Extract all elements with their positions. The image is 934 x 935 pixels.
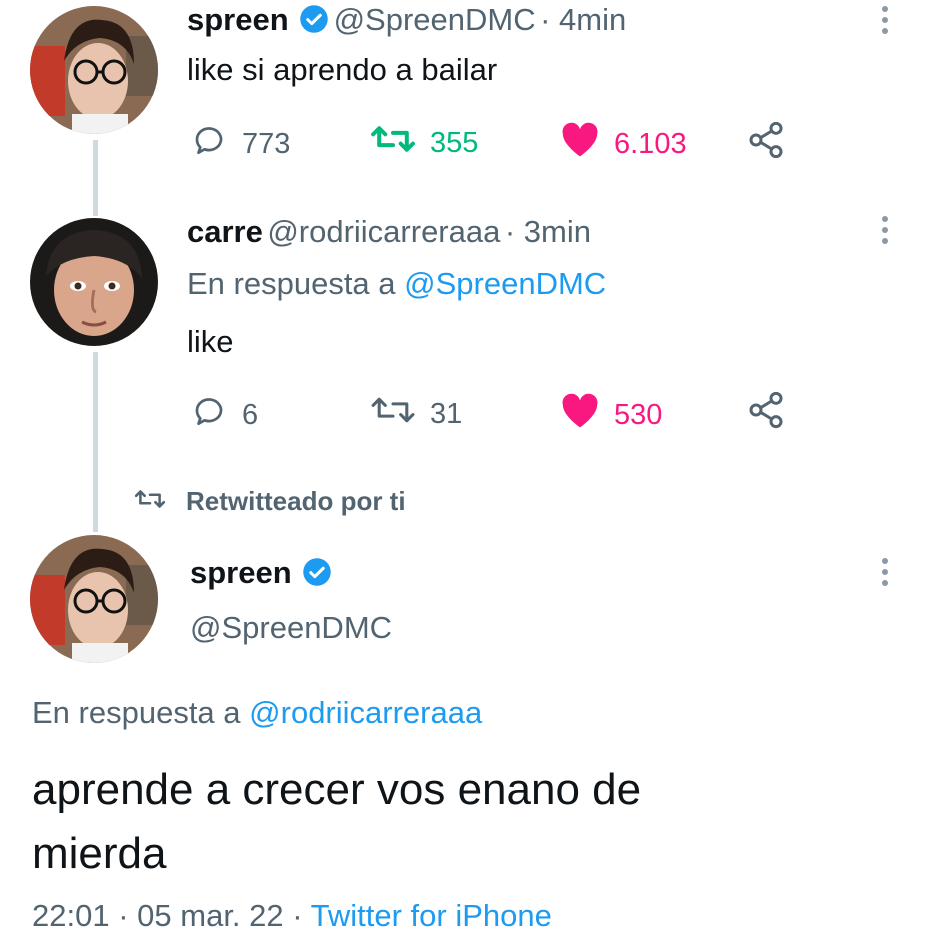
reply-count: 773 [242, 127, 291, 160]
author-handle[interactable]: @SpreenDMC [334, 2, 536, 37]
tweet-source[interactable]: Twitter for iPhone [311, 898, 552, 933]
reply-context: En respuesta a @rodriicarreraaa [32, 695, 482, 731]
author-handle[interactable]: @SpreenDMC [190, 610, 392, 646]
share-icon [745, 120, 787, 168]
avatar[interactable] [30, 6, 158, 134]
author-handle[interactable]: @rodriicarreraaa [267, 214, 500, 249]
reply-button[interactable]: 773 [190, 122, 290, 166]
reply-prefix: En respuesta a [32, 695, 241, 730]
tweet-text-line: mierda [32, 829, 167, 878]
retweet-banner: Retwitteado por ti [134, 486, 406, 517]
tweet-time[interactable]: · 4min [540, 2, 626, 37]
reply-count: 6 [242, 398, 259, 431]
thread-line [93, 140, 98, 216]
reply-icon [190, 393, 228, 437]
tweet-text: like [187, 324, 234, 359]
retweet-banner-label[interactable]: Retwitteado por ti [186, 486, 406, 517]
retweet-button[interactable]: 355 [370, 122, 478, 164]
reply-context: En respuesta a @SpreenDMC [187, 266, 606, 302]
share-icon [745, 390, 787, 438]
heart-icon [560, 122, 600, 166]
separator-dot: · [118, 898, 129, 933]
tweet-time[interactable]: 22:01 [32, 898, 110, 933]
avatar[interactable] [30, 535, 158, 663]
verified-badge-icon [299, 4, 329, 39]
avatar[interactable] [30, 218, 158, 346]
separator-dot: · [292, 898, 303, 933]
author-name[interactable]: spreen [187, 2, 289, 37]
verified-badge-icon [302, 557, 332, 592]
tweet-text: aprende a crecer vos enano de mierda [32, 758, 641, 886]
retweet-icon [370, 122, 416, 164]
heart-icon [560, 393, 600, 437]
like-button[interactable]: 6.103 [560, 122, 687, 166]
like-count: 6.103 [614, 127, 687, 160]
retweet-icon [134, 487, 166, 516]
retweet-button[interactable]: 31 [370, 393, 462, 435]
share-button[interactable] [745, 120, 787, 168]
author-name[interactable]: spreen [190, 555, 292, 590]
reply-prefix: En respuesta a [187, 266, 396, 301]
like-button[interactable]: 530 [560, 393, 662, 437]
retweet-count: 355 [430, 126, 479, 159]
more-icon[interactable] [880, 216, 890, 249]
tweet-time[interactable]: · 3min [505, 214, 591, 249]
tweet-date[interactable]: 05 mar. 22 [137, 898, 283, 933]
reply-button[interactable]: 6 [190, 393, 258, 437]
thread-line [93, 352, 98, 532]
retweet-count: 31 [430, 397, 463, 430]
tweet-text: like si aprendo a bailar [187, 52, 498, 87]
retweet-icon [370, 393, 416, 435]
tweet-text-line: aprende a crecer vos enano de [32, 765, 642, 814]
author-name[interactable]: carre [187, 214, 263, 249]
reply-to-mention[interactable]: @rodriicarreraaa [249, 695, 482, 730]
reply-to-mention[interactable]: @SpreenDMC [404, 266, 606, 301]
reply-icon [190, 122, 228, 166]
share-button[interactable] [745, 390, 787, 438]
like-count: 530 [614, 398, 663, 431]
tweet-timestamp: 22:01 · 05 mar. 22 · Twitter for iPhone [32, 898, 552, 934]
more-icon[interactable] [880, 558, 890, 591]
more-icon[interactable] [880, 6, 890, 39]
